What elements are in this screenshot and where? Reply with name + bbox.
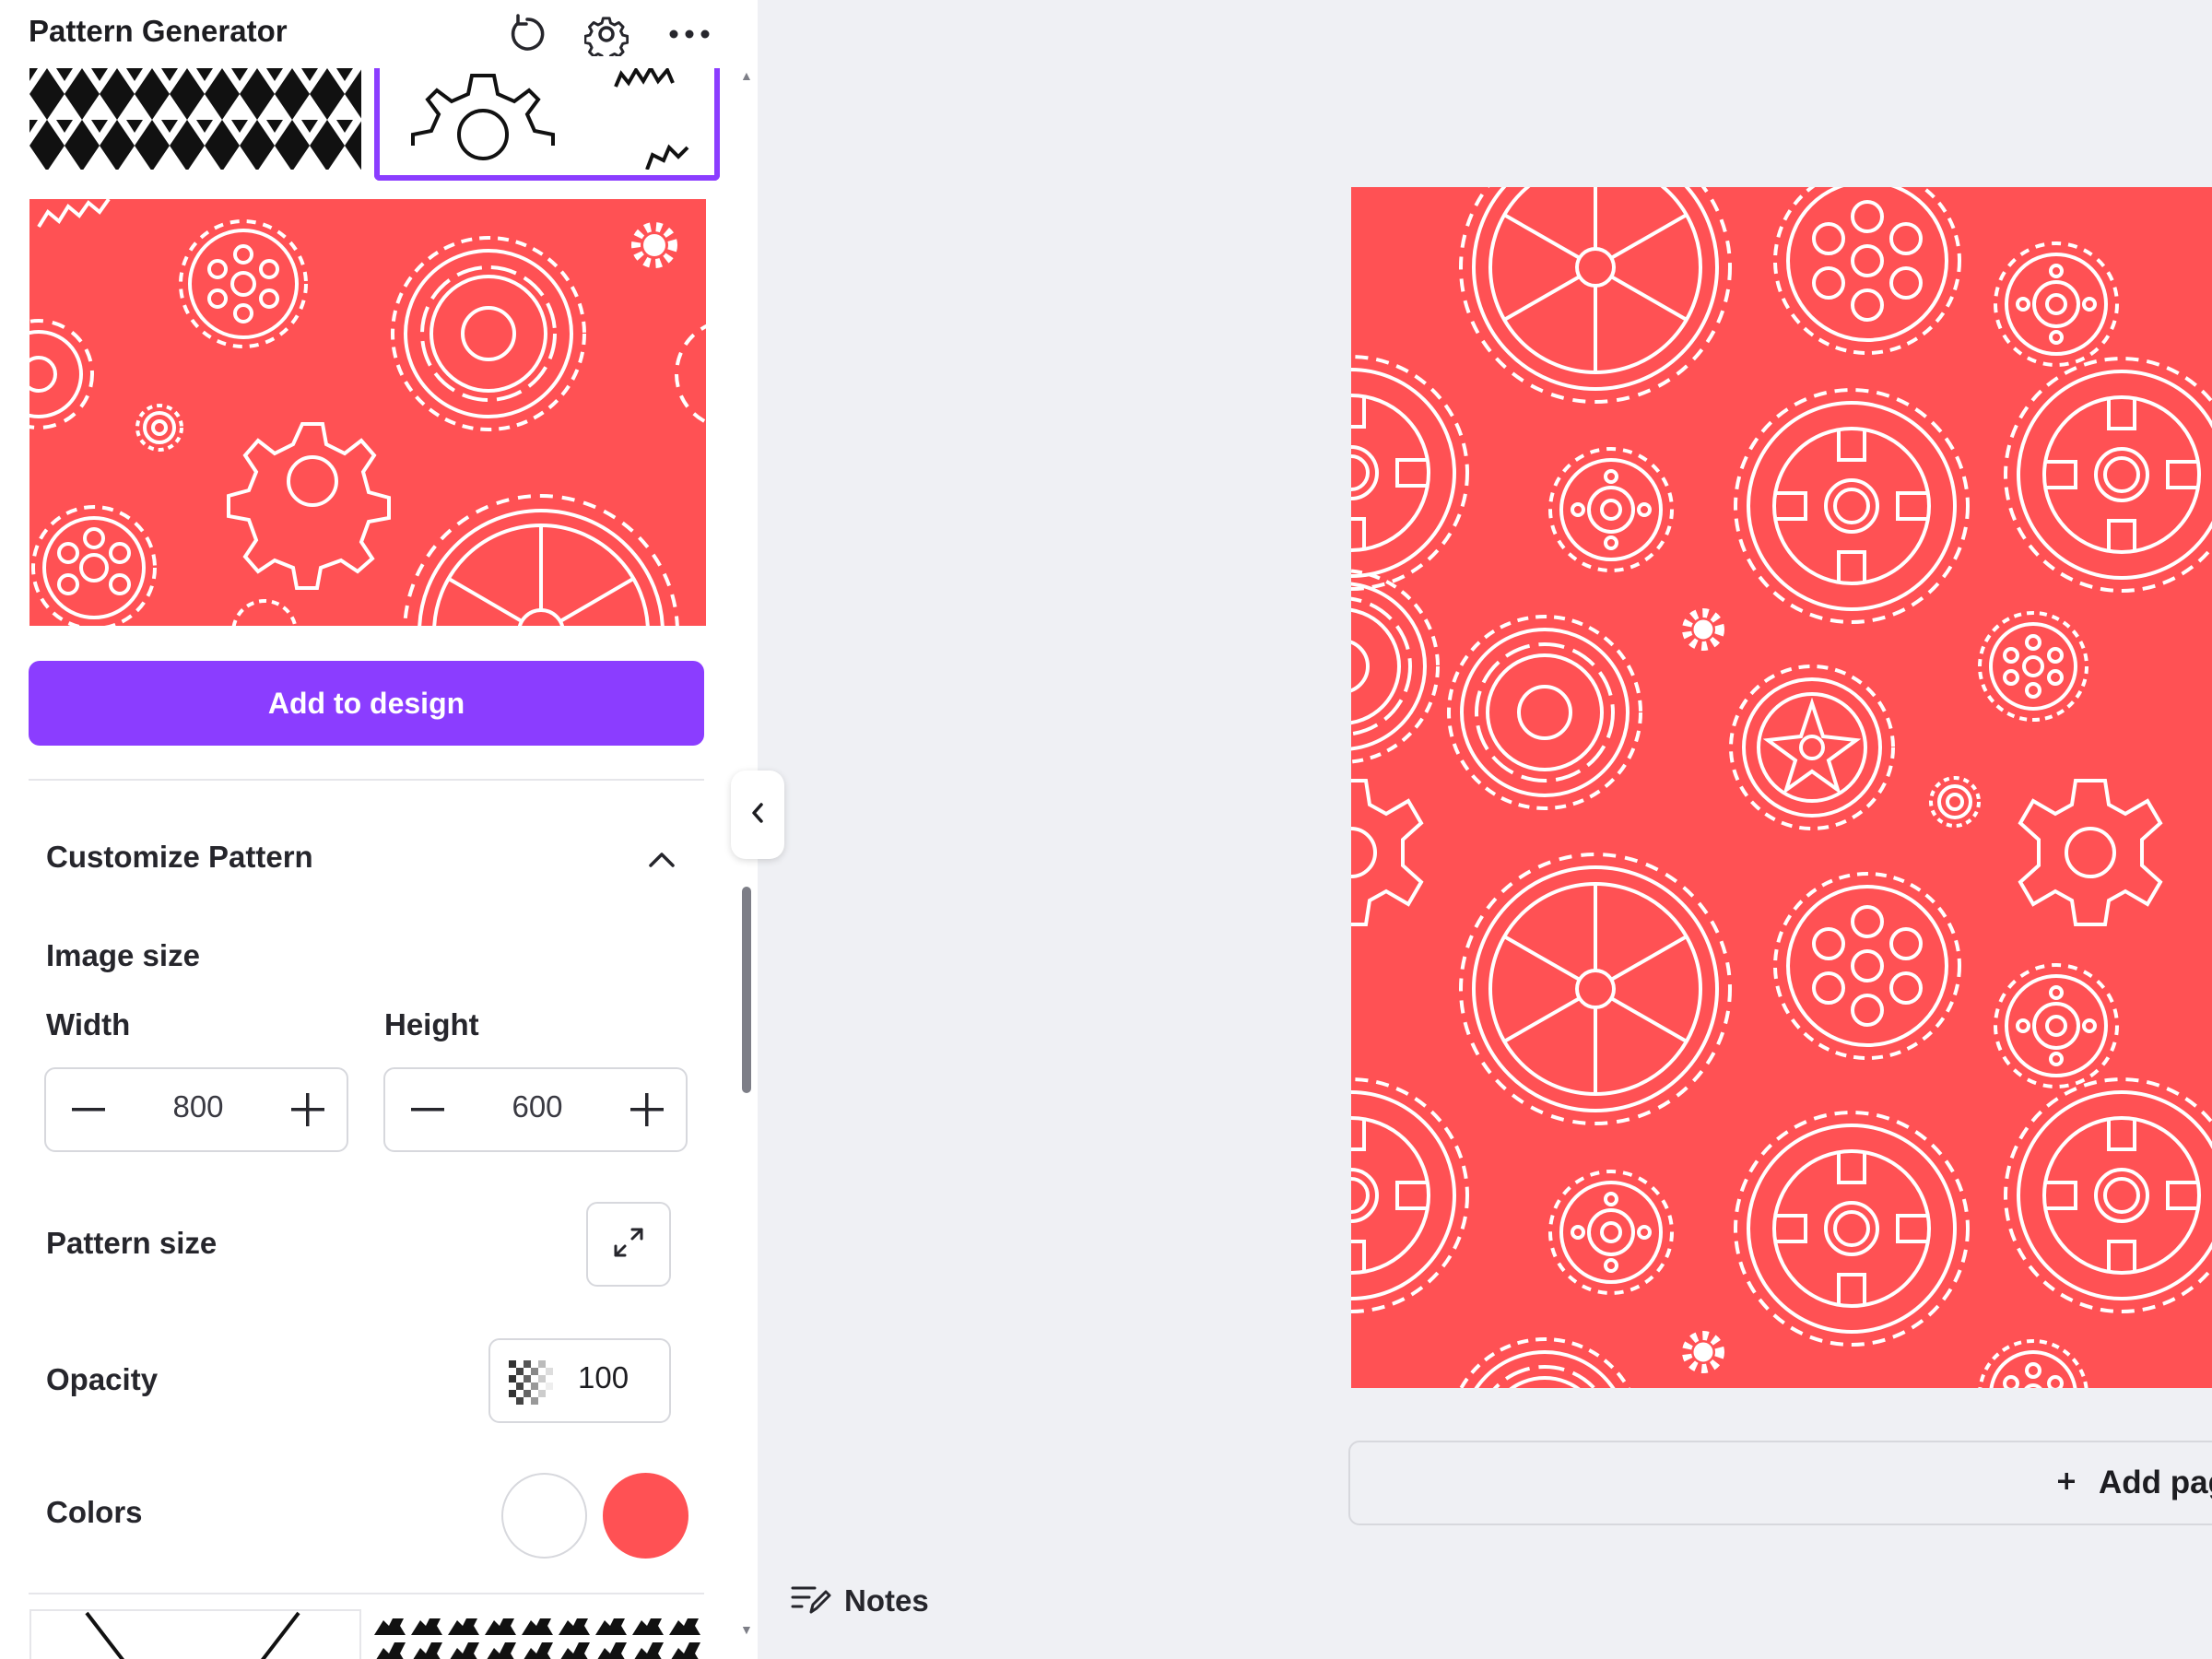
expand-icon [610,1224,647,1265]
pattern-thumbnail-lines[interactable] [29,1609,361,1659]
width-increment-button[interactable] [280,1082,335,1137]
width-label: Width [46,1007,131,1041]
more-horizontal-icon[interactable] [665,10,713,58]
panel-header: Pattern Generator [0,0,758,68]
height-decrement-button[interactable] [400,1082,455,1137]
divider [29,1593,704,1594]
plus-icon [2056,1461,2091,1500]
height-stepper: 600 [383,1067,688,1152]
add-page-label: Add page [2099,1465,2212,1500]
notes-label: Notes [844,1583,929,1618]
notes-button[interactable]: Notes [791,1578,929,1624]
panel-title: Pattern Generator [29,14,288,48]
design-canvas[interactable] [1351,187,2212,1388]
opacity-value[interactable]: 100 [578,1360,629,1395]
pattern-preview [29,199,706,626]
image-size-label: Image size [46,938,200,972]
divider [29,779,704,781]
width-value[interactable]: 800 [129,1089,267,1124]
add-to-design-button[interactable]: Add to design [29,661,704,746]
height-label: Height [384,1007,479,1041]
panel-scrollbar-thumb[interactable] [742,887,751,1093]
color-swatch-foreground[interactable] [501,1473,587,1559]
width-stepper: 800 [44,1067,348,1152]
height-value[interactable]: 600 [468,1089,606,1124]
pattern-thumbnail-houndstooth[interactable] [374,1609,706,1659]
scroll-up-arrow-icon[interactable]: ▲ [740,68,753,83]
pattern-thumbnail-gears-outline[interactable] [380,68,714,170]
gear-icon[interactable] [582,10,630,58]
pattern-size-label: Pattern size [46,1226,218,1260]
collapse-panel-button[interactable] [731,771,784,859]
transparency-icon [509,1360,553,1409]
pattern-thumbnail-diamonds[interactable] [29,68,361,170]
color-swatch-background[interactable] [603,1473,688,1559]
opacity-input[interactable]: 100 [488,1338,671,1423]
chevron-left-icon [750,801,765,830]
opacity-label: Opacity [46,1362,159,1396]
pattern-generator-panel: Add to design Customize Pattern Image si… [0,0,758,1659]
chevron-up-icon[interactable] [643,841,680,877]
scroll-down-arrow-icon[interactable]: ▼ [740,1622,753,1637]
customize-pattern-title: Customize Pattern [46,840,313,874]
refresh-icon[interactable] [503,10,551,58]
colors-label: Colors [46,1495,143,1529]
width-decrement-button[interactable] [61,1082,116,1137]
height-increment-button[interactable] [619,1082,675,1137]
notes-icon [791,1581,831,1622]
pattern-size-button[interactable] [586,1202,671,1287]
add-page-button[interactable]: Add page [1348,1441,2212,1525]
